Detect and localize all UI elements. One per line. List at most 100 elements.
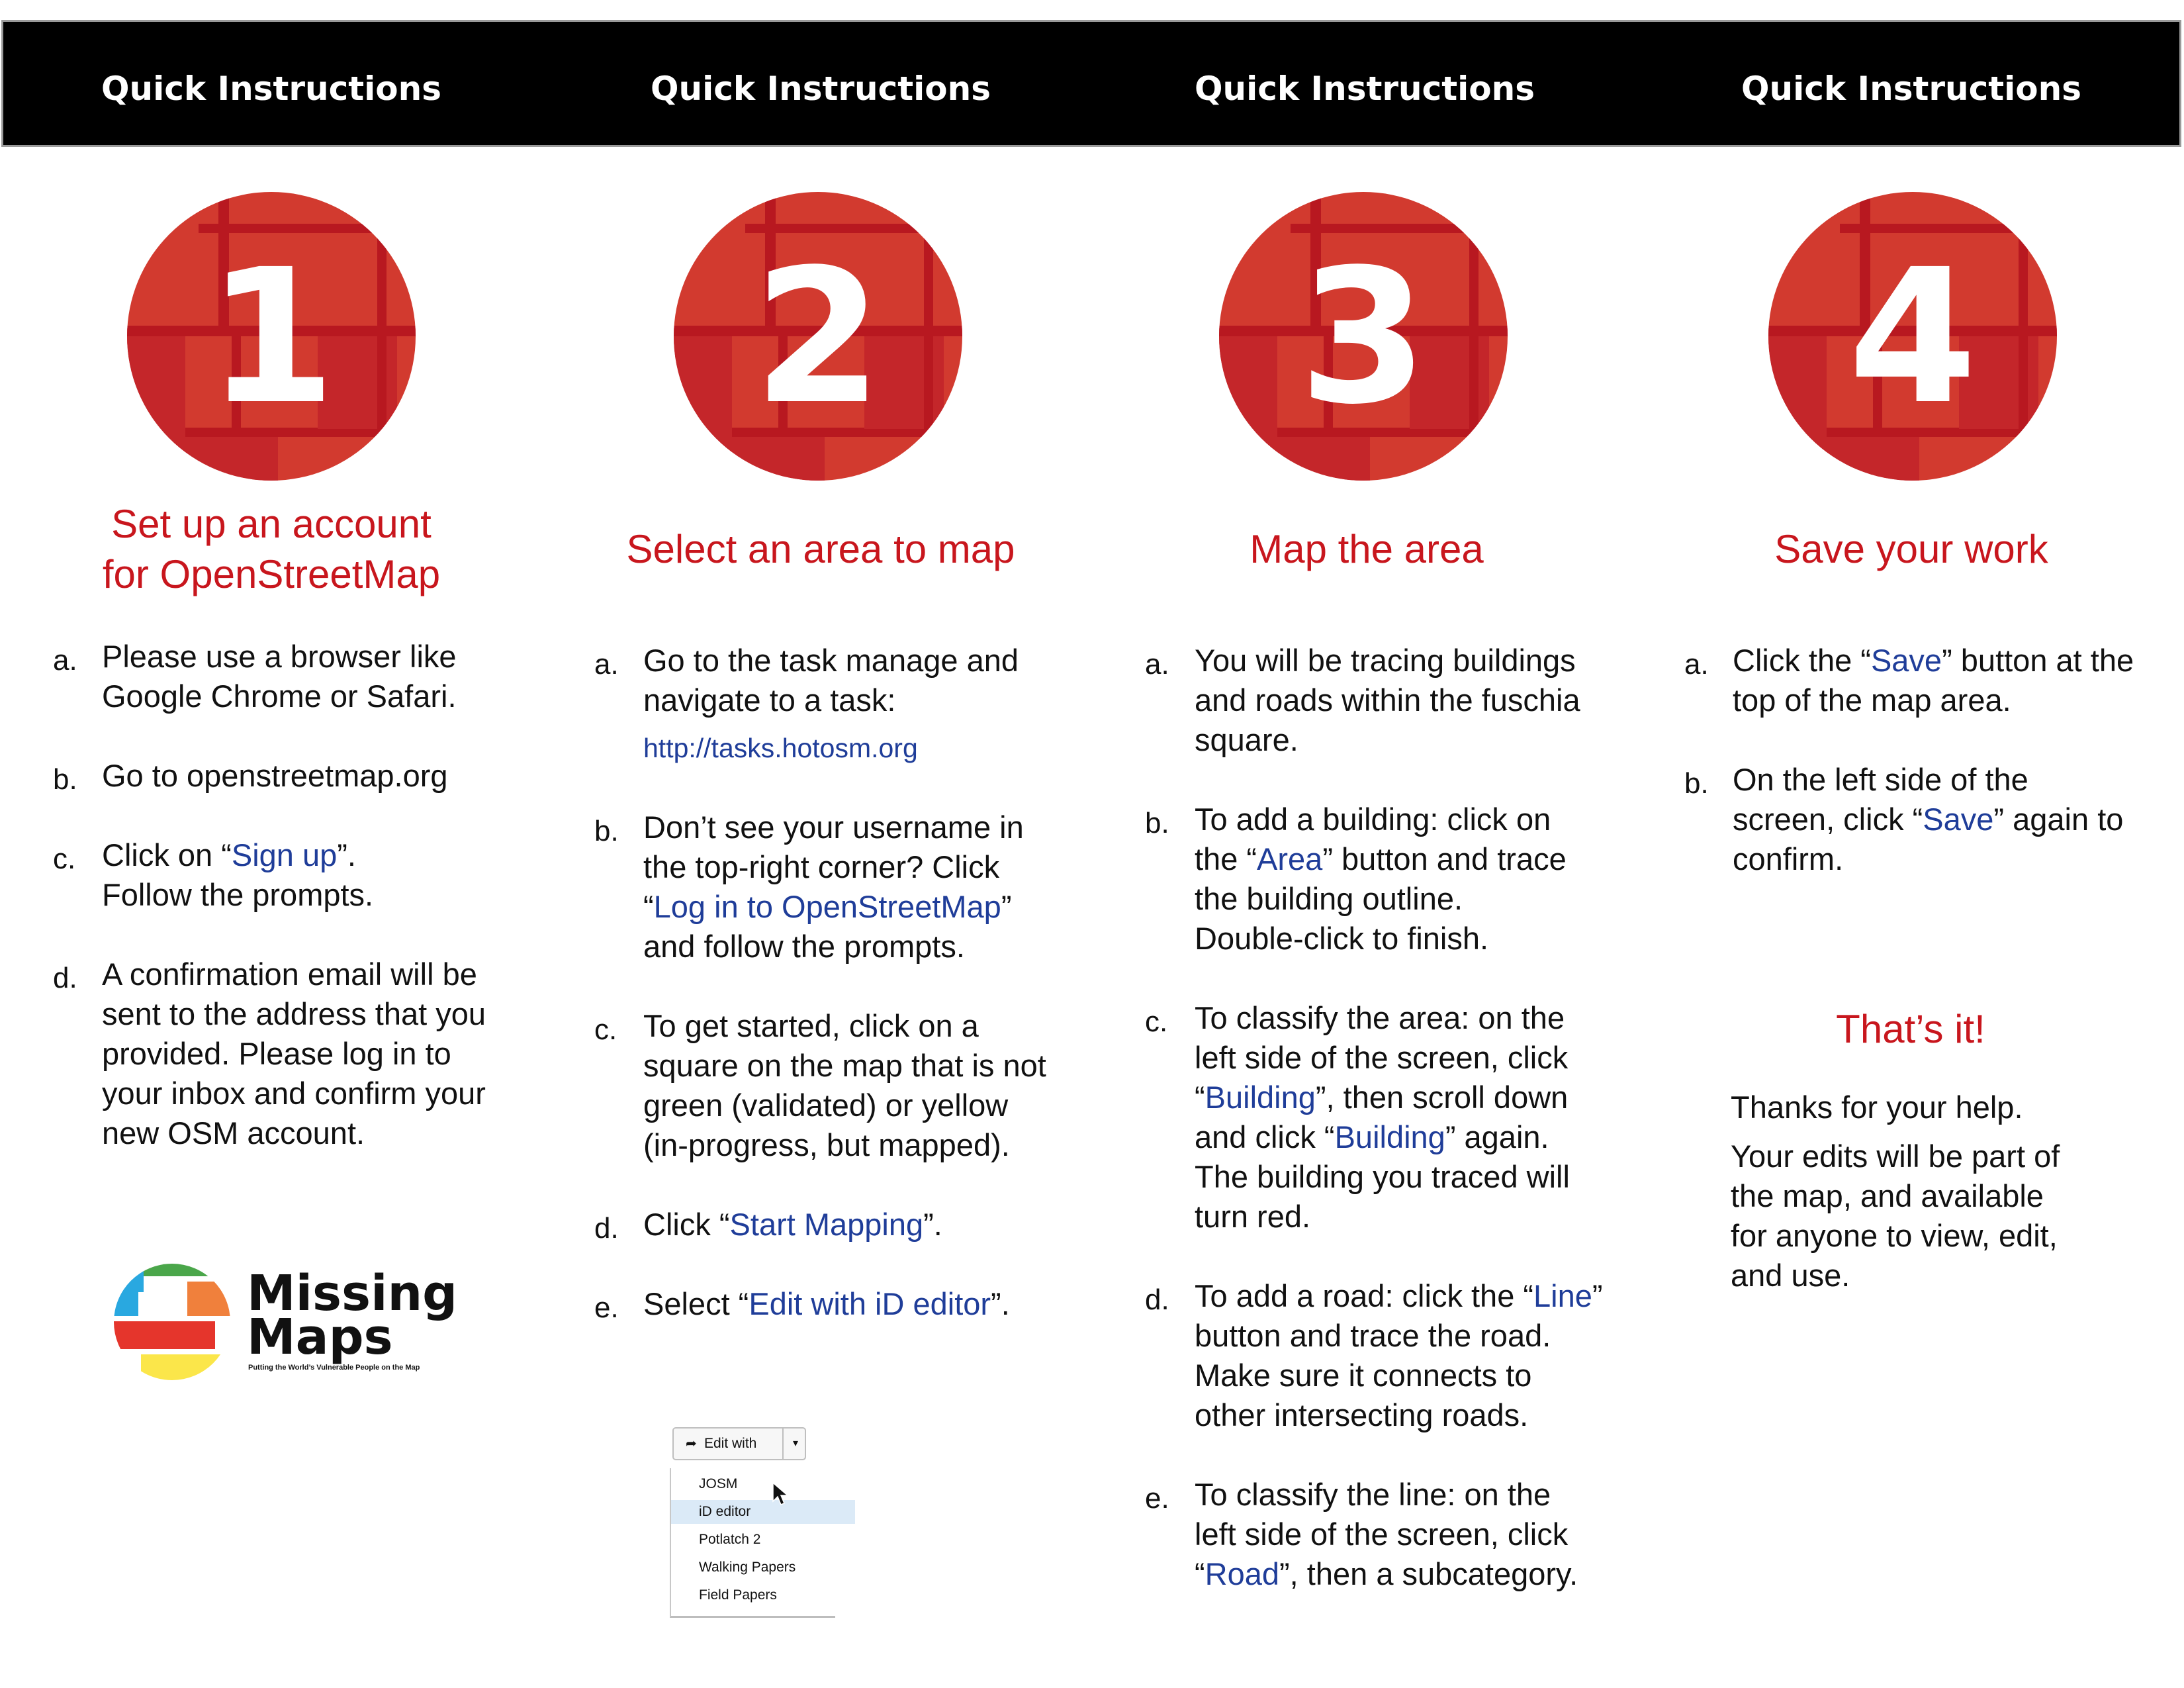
step-badge-2: 2: [672, 191, 964, 482]
list-item: b. On the left side of the screen, click…: [1684, 760, 2174, 879]
menu-item-field-papers[interactable]: Field Papers: [671, 1583, 837, 1607]
text-part: ”, then a subcategory.: [1279, 1556, 1578, 1591]
item-line: green (validated) or yellow: [643, 1088, 1009, 1123]
header-title-3: Quick Instructions: [1194, 70, 1535, 108]
text-part: ” again to: [1993, 802, 2124, 837]
item-line: Double-click to finish.: [1195, 921, 1489, 956]
list-item: c. Click on “Sign up”. Follow the prompt…: [53, 835, 516, 915]
step-badge-3: 3: [1218, 191, 1509, 482]
save-ref: Save: [1923, 802, 1994, 837]
text-part: “: [1195, 1556, 1205, 1591]
list-item: a. Click the “Save” button at the top of…: [1684, 641, 2174, 720]
closing-line: the map, and available: [1731, 1178, 2044, 1213]
header-title-2: Quick Instructions: [650, 70, 991, 108]
closing-line: Your edits will be part of: [1731, 1139, 2060, 1174]
tasks-url-link[interactable]: http://tasks.hotosm.org: [643, 728, 1097, 768]
item-line: You will be tracing buildings: [1195, 643, 1576, 678]
step-badge-circle-icon: 4: [1768, 192, 2057, 481]
list-item: a. Please use a browser like Google Chro…: [53, 637, 516, 716]
step-2-list: a. Go to the task manage and navigate to…: [594, 641, 1097, 1324]
login-link[interactable]: Log in to OpenStreetMap: [654, 889, 1001, 924]
brand-tagline: Putting the World’s Vulnerable People on…: [248, 1364, 420, 1372]
edit-with-button[interactable]: ➦ Edit with ▾: [672, 1427, 806, 1460]
text-part: ”.: [991, 1286, 1010, 1321]
area-button-ref: Area: [1257, 841, 1323, 876]
item-line: “Log in to OpenStreetMap”: [643, 887, 1097, 927]
step-heading-3: Map the area: [1250, 527, 1484, 571]
item-line: sent to the address that you: [102, 996, 486, 1031]
item-line: Click on “Sign up”.: [102, 835, 516, 875]
item-line: other intersecting roads.: [1195, 1397, 1529, 1432]
step-heading-4: Save your work: [1774, 527, 2048, 571]
step-3-list: a. You will be tracing buildings and roa…: [1145, 641, 1648, 1594]
item-marker: d.: [53, 962, 77, 994]
step-heading-1: Set up an account for OpenStreetMap: [0, 499, 543, 600]
item-marker: c.: [53, 843, 76, 875]
text-part: Click “: [643, 1207, 730, 1242]
building-ref: Building: [1334, 1119, 1445, 1154]
item-line: “Road”, then a subcategory.: [1195, 1554, 1648, 1594]
text-part: ”: [1001, 889, 1012, 924]
header-title-1: Quick Instructions: [101, 70, 442, 108]
item-line: new OSM account.: [102, 1115, 365, 1150]
share-arrow-icon: ➦: [686, 1436, 697, 1451]
item-line: confirm.: [1733, 841, 1844, 876]
text-part: Click on “: [102, 837, 232, 872]
item-marker: c.: [594, 1013, 617, 1046]
closing-line: Thanks for your help.: [1731, 1090, 2023, 1125]
text-part: “: [643, 889, 654, 924]
text-part: ” again.: [1445, 1119, 1549, 1154]
item-line: and follow the prompts.: [643, 929, 965, 964]
text-part: and click “: [1195, 1119, 1335, 1154]
item-line: To add a building: click on: [1195, 802, 1551, 837]
edit-with-id-link[interactable]: Edit with iD editor: [749, 1286, 991, 1321]
step-heading-1-line2: for OpenStreetMap: [102, 552, 441, 596]
brand-line2: Maps: [247, 1309, 393, 1366]
item-line: Don’t see your username in: [643, 810, 1024, 845]
text-part: Click the “: [1733, 643, 1871, 678]
start-mapping-link[interactable]: Start Mapping: [730, 1207, 924, 1242]
mouse-cursor-icon: [772, 1481, 790, 1505]
item-line: On the left side of the: [1733, 762, 2028, 797]
list-item: b. To add a building: click on the “Area…: [1145, 800, 1648, 959]
item-line: A confirmation email will be: [102, 957, 477, 992]
item-line: left side of the screen, click: [1195, 1040, 1569, 1075]
text-part: “: [1195, 1080, 1205, 1115]
item-line: screen, click “Save” again to: [1733, 800, 2174, 839]
item-line: To get started, click on a: [643, 1008, 979, 1043]
step-4-list: a. Click the “Save” button at the top of…: [1684, 641, 2174, 879]
step-badge-4: 4: [1767, 191, 2058, 482]
road-ref: Road: [1205, 1556, 1280, 1591]
chevron-down-icon[interactable]: ▾: [782, 1429, 807, 1459]
menu-item-walking-papers[interactable]: Walking Papers: [671, 1556, 837, 1579]
step-number: 1: [207, 230, 336, 445]
edit-with-label: Edit with: [704, 1436, 757, 1451]
item-line: navigate to a task:: [643, 682, 896, 718]
item-line: Go to openstreetmap.org: [102, 758, 448, 793]
list-item: e. Select “Edit with iD editor”.: [594, 1284, 1097, 1324]
item-marker: d.: [1145, 1284, 1169, 1316]
sign-up-link[interactable]: Sign up: [232, 837, 337, 872]
missing-maps-logo-icon: [114, 1264, 230, 1380]
item-line: Follow the prompts.: [102, 877, 374, 912]
item-line: turn red.: [1195, 1199, 1311, 1234]
list-item: b. Go to openstreetmap.org: [53, 756, 516, 796]
menu-item-josm[interactable]: JOSM: [671, 1472, 837, 1496]
menu-item-id-editor[interactable]: iD editor: [671, 1500, 855, 1524]
item-line: To classify the area: on the: [1195, 1000, 1565, 1035]
text-part: screen, click “: [1733, 802, 1923, 837]
item-line: Make sure it connects to: [1195, 1358, 1532, 1393]
step-badge-1: 1: [126, 191, 417, 482]
step-badge-circle-icon: 2: [674, 192, 962, 481]
item-marker: e.: [594, 1291, 619, 1324]
item-marker: b.: [594, 815, 619, 847]
list-item: d. To add a road: click the “Line” butto…: [1145, 1276, 1648, 1435]
step-number: 2: [754, 230, 883, 445]
closing-line: and use.: [1731, 1258, 1850, 1293]
list-item: c. To classify the area: on the left sid…: [1145, 998, 1648, 1237]
menu-item-potlatch[interactable]: Potlatch 2: [671, 1528, 837, 1552]
step-badge-circle-icon: 3: [1219, 192, 1508, 481]
text-part: ” button and trace: [1322, 841, 1567, 876]
item-line: square on the map that is not: [643, 1048, 1046, 1083]
item-line: “Building”, then scroll down: [1195, 1078, 1648, 1117]
